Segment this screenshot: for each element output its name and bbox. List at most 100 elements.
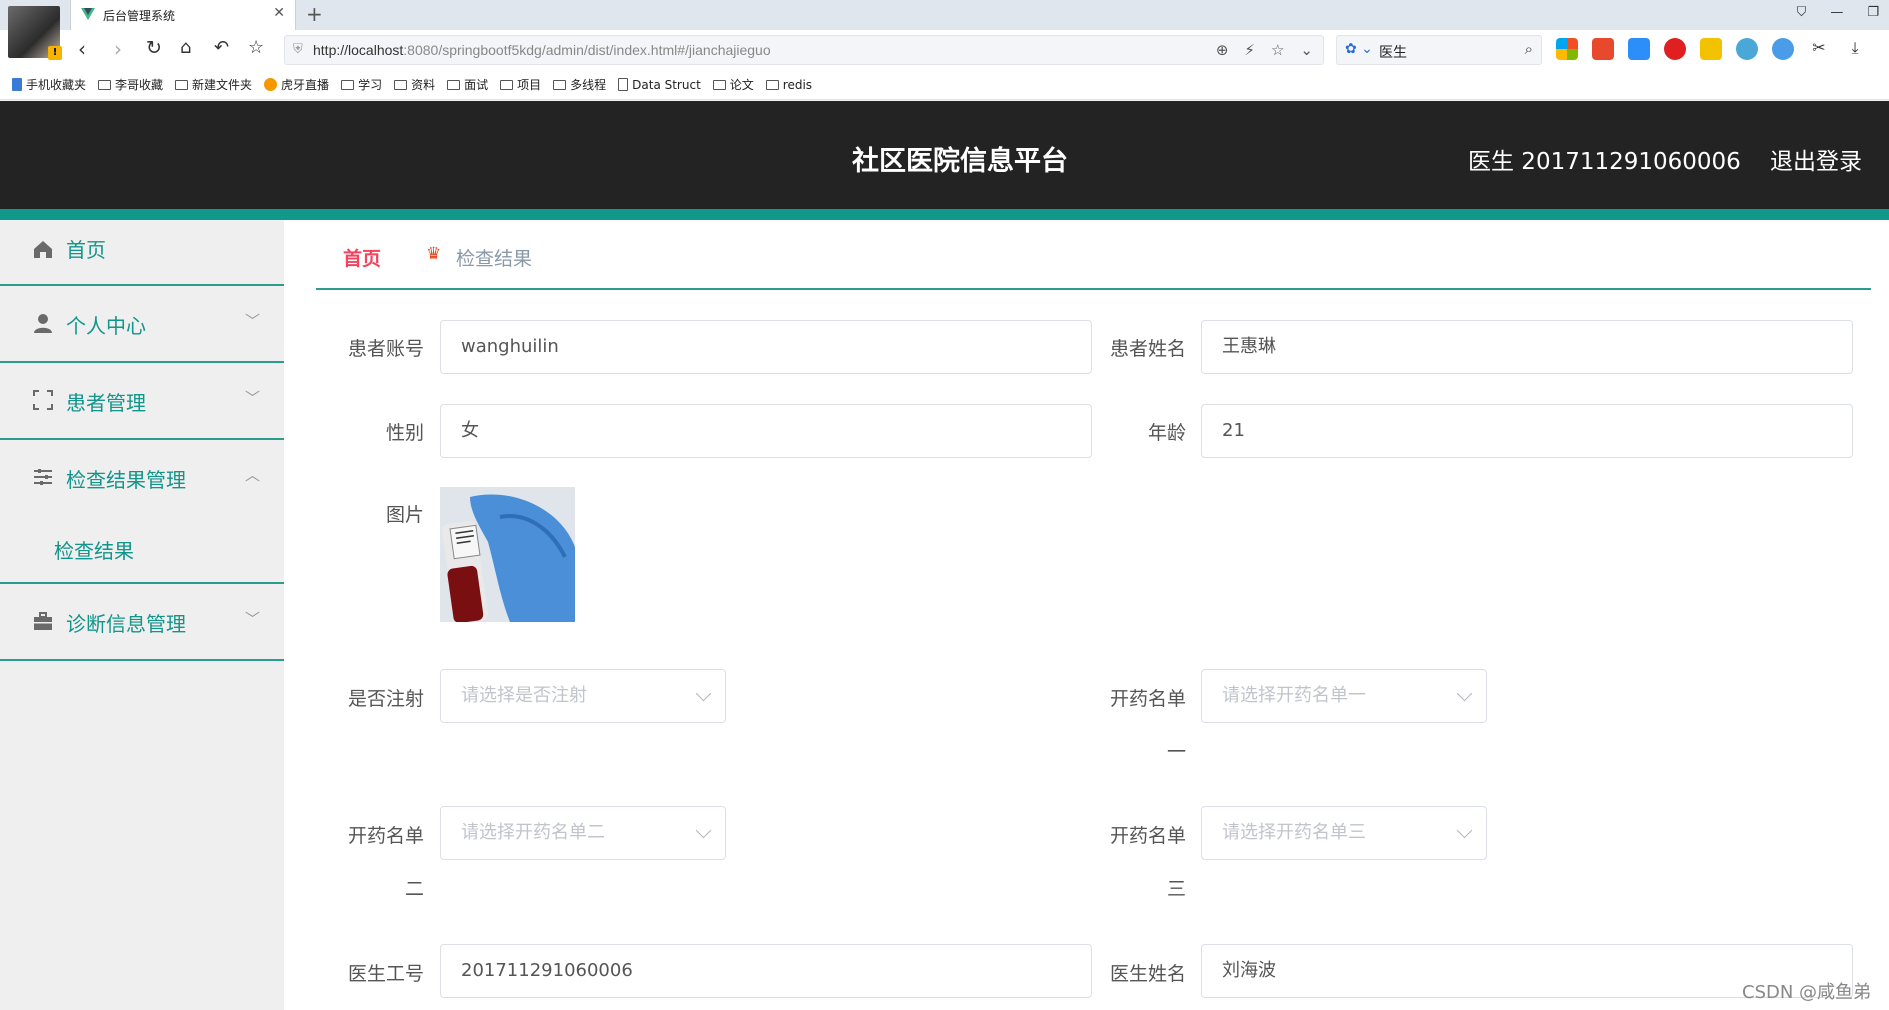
rx1-label: 开药名单	[1109, 688, 1186, 710]
shield-icon: ⛨	[293, 42, 303, 57]
chevron-down-icon	[1456, 822, 1473, 839]
folder-icon	[98, 79, 112, 90]
logout-button[interactable]: 退出登录	[1770, 142, 1862, 176]
search-icon[interactable]: ⌕	[1525, 40, 1533, 58]
folder-icon	[553, 79, 567, 90]
rx1-select[interactable]: 请选择开药名单一	[1201, 669, 1487, 723]
sidebar-item-exam-result-management[interactable]: 检查结果管理 ︿	[0, 440, 284, 517]
bookmark-item[interactable]: 虎牙直播	[264, 76, 329, 93]
gender-field[interactable]: 女	[440, 404, 1092, 458]
sidebar-item-personal-center[interactable]: 个人中心 ﹀	[0, 286, 284, 363]
address-tools: ⊕ ⚡ ☆ ⌄	[1216, 41, 1313, 59]
age-label: 年龄	[1147, 422, 1186, 444]
doctor-id-field[interactable]: 201711291060006	[440, 944, 1092, 998]
browser-tab[interactable]: 后台管理系统 ✕	[70, 0, 296, 30]
rx2-select[interactable]: 请选择开药名单二	[440, 806, 726, 860]
forward-icon[interactable]: ›	[114, 37, 122, 61]
sidebar-item-patient-management[interactable]: 患者管理 ﹀	[0, 363, 284, 440]
star-icon[interactable]: ☆	[248, 37, 264, 58]
folder-icon	[712, 79, 726, 90]
folder-icon	[175, 79, 189, 90]
user-icon	[34, 314, 52, 333]
back-icon[interactable]: ‹	[78, 37, 86, 61]
undo-icon[interactable]: ↶	[214, 37, 229, 58]
bookmark-item[interactable]: 学习	[341, 76, 382, 93]
user-avatar[interactable]: !	[8, 6, 62, 60]
rx3-select[interactable]: 请选择开药名单三	[1201, 806, 1487, 860]
home-icon[interactable]: ⌂	[180, 37, 191, 58]
close-tab-icon[interactable]: ✕	[273, 5, 285, 21]
sidebar-item-label: 检查结果管理	[66, 468, 186, 492]
scissors-icon[interactable]: ✂	[1808, 38, 1830, 60]
sidebar-item-label: 首页	[66, 238, 106, 262]
minimize-icon[interactable]: —	[1830, 5, 1843, 20]
reload-icon[interactable]: ↻	[146, 37, 162, 59]
bookmark-item[interactable]: Data Struct	[618, 78, 701, 92]
fullscreen-icon	[33, 390, 53, 410]
zoom-icon[interactable]: ⊕	[1216, 41, 1229, 59]
huya-icon	[264, 78, 278, 91]
breadcrumb-current: 检查结果	[456, 248, 533, 270]
bookmark-item[interactable]: 项目	[500, 76, 541, 93]
patient-name-field[interactable]: 王惠琳	[1201, 320, 1853, 374]
breadcrumb-home[interactable]: 首页	[343, 244, 381, 271]
folder-icon	[341, 79, 355, 90]
rx3-label-suffix: 三	[1166, 878, 1186, 900]
injection-placeholder: 请选择是否注射	[461, 685, 587, 706]
cloud-icon[interactable]	[1700, 38, 1722, 60]
exam-photo[interactable]	[440, 487, 575, 622]
sidebar-subitem-exam-results[interactable]: 检查结果	[0, 517, 284, 584]
sidebar-item-home[interactable]: 首页	[0, 220, 284, 286]
csdn-watermark: CSDN @咸鱼弟	[1742, 982, 1872, 1003]
bookmark-item[interactable]: 新建文件夹	[175, 76, 252, 93]
age-field[interactable]: 21	[1201, 404, 1853, 458]
minus-circle-icon[interactable]	[1772, 38, 1794, 60]
windows-icon[interactable]	[1556, 38, 1578, 60]
shirt-icon[interactable]: ⛉	[1797, 5, 1807, 20]
blood-sample-image	[440, 487, 575, 622]
window-controls: ⛉ — ❐	[1797, 5, 1879, 20]
folder-icon	[765, 79, 779, 90]
bookmark-item[interactable]: 资料	[394, 76, 435, 93]
sidebar-item-diagnosis-management[interactable]: 诊断信息管理 ﹀	[0, 584, 284, 661]
doctor-id-label: 医生工号	[347, 963, 424, 985]
sidebar-subitem-label: 检查结果	[54, 539, 134, 563]
page-icon	[618, 78, 629, 91]
restore-icon[interactable]: ❐	[1867, 5, 1879, 20]
sidebar-item-label: 诊断信息管理	[66, 612, 186, 636]
compass-icon[interactable]	[1736, 38, 1758, 60]
briefcase-icon	[34, 612, 52, 630]
folder-icon	[394, 79, 408, 90]
rx1-placeholder: 请选择开药名单一	[1222, 685, 1366, 706]
sidebar-item-label: 个人中心	[66, 314, 146, 338]
bookmark-item[interactable]: 手机收藏夹	[12, 76, 86, 93]
bookmark-item[interactable]: 李哥收藏	[98, 76, 163, 93]
bookmark-item[interactable]: 论文	[712, 76, 754, 93]
bookmark-item[interactable]: redis	[765, 78, 812, 92]
bookmark-star-icon[interactable]: ☆	[1271, 41, 1284, 59]
patient-account-field[interactable]: wanghuilin	[440, 320, 1092, 374]
bookmark-item[interactable]: 面试	[447, 76, 488, 93]
search-box[interactable]: ✿ ⌄ 医生 ⌕	[1336, 35, 1542, 65]
chevron-up-icon: ︿	[244, 466, 260, 484]
game-icon[interactable]	[1592, 38, 1614, 60]
new-tab-icon[interactable]: +	[306, 2, 323, 26]
browser-tab-bar: ! 后台管理系统 ✕ + ⛉ — ❐	[0, 0, 1889, 60]
home-icon	[34, 241, 52, 258]
vue-logo-icon	[81, 8, 95, 20]
chevron-down-icon[interactable]: ⌄	[1300, 41, 1313, 59]
sidebar-item-label: 患者管理	[66, 391, 146, 415]
folder-icon	[447, 79, 461, 90]
baidu-paw-icon: ✿ ⌄	[1345, 41, 1373, 57]
bookmark-item[interactable]: 多线程	[553, 76, 606, 93]
injection-select[interactable]: 请选择是否注射	[440, 669, 726, 723]
download-icon[interactable]: ⤓	[1844, 38, 1866, 60]
bookmarks-bar: 手机收藏夹 李哥收藏 新建文件夹 虎牙直播 学习 资料 面试 项目 多线程 Da…	[0, 70, 1889, 100]
patient-account-label: 患者账号	[347, 338, 424, 360]
address-bar[interactable]: ⛨ http://localhost:8080/springbootf5kdg/…	[284, 35, 1324, 65]
adblock-icon[interactable]	[1664, 38, 1686, 60]
chevron-down-icon	[1456, 685, 1473, 702]
triangle-app-icon[interactable]	[1628, 38, 1650, 60]
lightning-icon[interactable]: ⚡	[1244, 41, 1255, 59]
rx2-label-suffix: 二	[404, 878, 424, 900]
